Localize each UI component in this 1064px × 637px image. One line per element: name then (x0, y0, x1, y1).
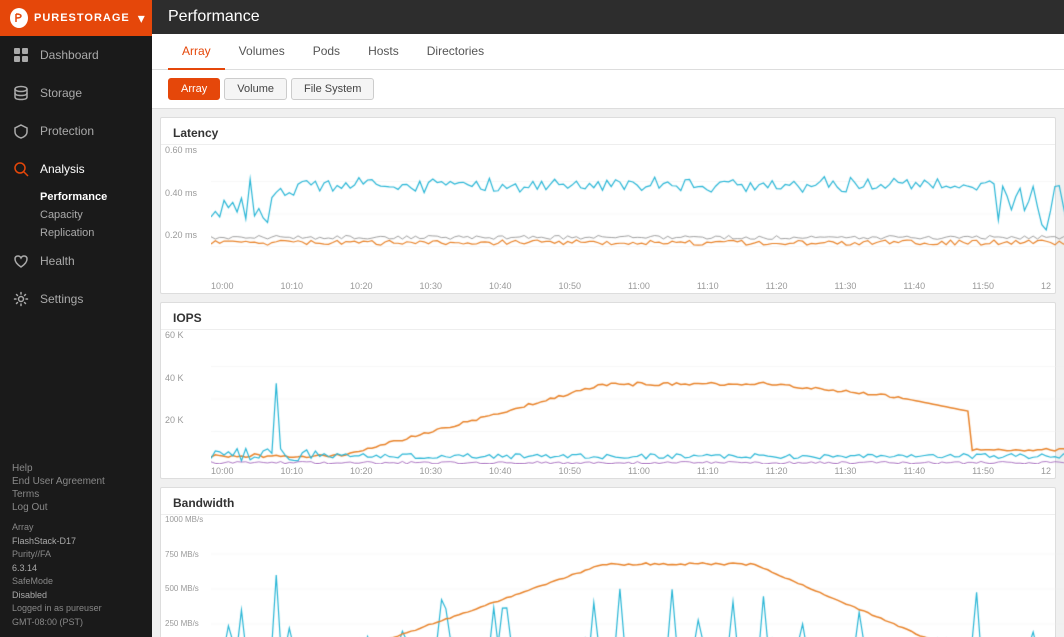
tab-hosts[interactable]: Hosts (354, 34, 413, 70)
latency-title: Latency (161, 118, 1055, 145)
bandwidth-title: Bandwidth (161, 488, 1055, 515)
charts-area: Latency 0.60 ms 0.40 ms 0.20 ms 10:0010:… (152, 109, 1064, 637)
iops-canvas (211, 334, 1064, 464)
sidebar-label-analysis: Analysis (40, 162, 85, 176)
sidebar-label-protection: Protection (40, 124, 94, 138)
sidebar-item-protection[interactable]: Protection (0, 112, 152, 150)
page-title: Performance (168, 8, 260, 26)
health-icon (12, 252, 30, 270)
tab-pods[interactable]: Pods (299, 34, 354, 70)
sidebar-item-storage[interactable]: Storage (0, 74, 152, 112)
latency-y-labels: 0.60 ms 0.40 ms 0.20 ms (165, 145, 197, 273)
bandwidth-chart-section: Bandwidth 1000 MB/s 750 MB/s 500 MB/s 25… (160, 487, 1056, 637)
iops-title: IOPS (161, 303, 1055, 330)
top-bar: Performance (152, 0, 1064, 34)
storage-icon (12, 84, 30, 102)
latency-canvas-wrap (211, 149, 1051, 279)
sidebar-sub-capacity[interactable]: Capacity (0, 206, 152, 224)
iops-x-labels: 10:0010:1010:20 10:3010:4010:50 11:0011:… (211, 464, 1051, 478)
footer-eua[interactable]: End User Agreement (12, 476, 140, 487)
sub-tab-bar: Array Volume File System (152, 70, 1064, 109)
iops-chart-container: 60 K 40 K 20 K 10:0010:1010:20 10:3010:4… (161, 330, 1055, 478)
logo-text: PURESTORAGE (34, 12, 130, 24)
settings-icon (12, 290, 30, 308)
latency-chart-container: 0.60 ms 0.40 ms 0.20 ms 10:0010:1010:20 … (161, 145, 1055, 293)
logo-icon (10, 8, 28, 28)
sidebar-item-dashboard[interactable]: Dashboard (0, 36, 152, 74)
bandwidth-canvas (211, 519, 1064, 637)
tab-volumes[interactable]: Volumes (225, 34, 299, 70)
subtab-filesystem[interactable]: File System (291, 78, 374, 100)
sidebar-label-health: Health (40, 254, 75, 268)
latency-canvas (211, 149, 1064, 279)
sidebar-array-info: Array FlashStack-D17 Purity//FA 6.3.14 S… (12, 521, 140, 629)
subtab-volume[interactable]: Volume (224, 78, 287, 100)
sidebar-item-analysis[interactable]: Analysis (0, 150, 152, 188)
main-content: Performance Array Volumes Pods Hosts Dir… (152, 0, 1064, 637)
sidebar-sub-performance[interactable]: Performance (0, 188, 152, 206)
logo-bar: PURESTORAGE ▾ (0, 0, 152, 36)
sidebar-footer: Help End User Agreement Terms Log Out Ar… (0, 455, 152, 637)
sidebar-label-settings: Settings (40, 292, 83, 306)
iops-chart-section: IOPS 60 K 40 K 20 K 10:0010:1010:20 10:3… (160, 302, 1056, 479)
bandwidth-chart-container: 1000 MB/s 750 MB/s 500 MB/s 250 MB/s 10:… (161, 515, 1055, 637)
footer-help[interactable]: Help (12, 463, 140, 474)
iops-canvas-wrap (211, 334, 1051, 464)
latency-x-labels: 10:0010:1010:20 10:3010:4010:50 11:0011:… (211, 279, 1051, 293)
sidebar-item-settings[interactable]: Settings (0, 280, 152, 318)
tab-array[interactable]: Array (168, 34, 225, 70)
sidebar-item-health[interactable]: Health (0, 242, 152, 280)
bandwidth-canvas-wrap (211, 519, 1051, 637)
logo-caret: ▾ (138, 10, 145, 27)
subtab-array[interactable]: Array (168, 78, 220, 100)
iops-y-labels: 60 K 40 K 20 K (165, 330, 184, 458)
footer-terms[interactable]: Terms (12, 489, 140, 500)
dashboard-icon (12, 46, 30, 64)
footer-logout[interactable]: Log Out (12, 502, 140, 513)
sidebar-label-storage: Storage (40, 86, 82, 100)
sidebar: PURESTORAGE ▾ Dashboard Storage (0, 0, 152, 637)
analysis-icon (12, 160, 30, 178)
outer-tab-bar: Array Volumes Pods Hosts Directories (152, 34, 1064, 70)
latency-chart-section: Latency 0.60 ms 0.40 ms 0.20 ms 10:0010:… (160, 117, 1056, 294)
protection-icon (12, 122, 30, 140)
sidebar-sub-replication[interactable]: Replication (0, 224, 152, 242)
sidebar-label-dashboard: Dashboard (40, 48, 99, 62)
tab-directories[interactable]: Directories (413, 34, 498, 70)
bandwidth-y-labels: 1000 MB/s 750 MB/s 500 MB/s 250 MB/s (165, 515, 203, 637)
